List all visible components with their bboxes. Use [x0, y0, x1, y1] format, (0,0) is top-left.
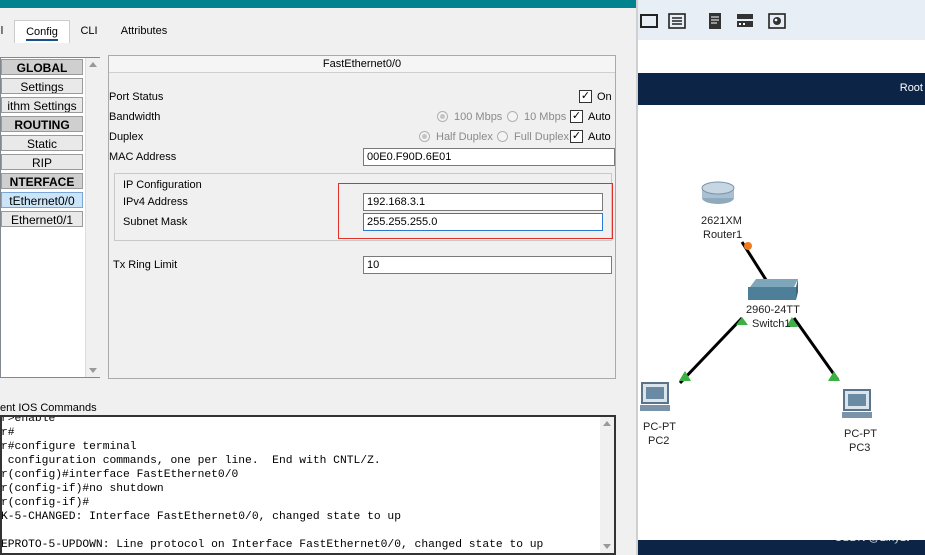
console-line: r#configure terminal: [1, 441, 137, 453]
console-line: EPROTO-5-UPDOWN: Line protocol on Interf…: [1, 539, 544, 551]
duplex-auto-label: Auto: [588, 131, 611, 143]
ios-console[interactable]: r>enable r# r#configure terminal configu…: [0, 415, 616, 555]
config-dialog: l Config CLI Attributes GLOBAL Settings …: [0, 0, 638, 555]
tx-ring-limit-input[interactable]: 10: [363, 256, 612, 274]
sidebar-scrollbar[interactable]: [85, 58, 100, 377]
bandwidth-label: Bandwidth: [109, 111, 161, 123]
ipv4-address-label: IPv4 Address: [123, 196, 188, 208]
tab-physical[interactable]: l: [0, 20, 6, 42]
switch-name-label: Switch1: [752, 318, 791, 330]
sidebar-header-global: GLOBAL: [1, 59, 83, 75]
router-model-label: 2621XM: [701, 215, 742, 227]
console-line: r(config-if)#no shutdown: [1, 483, 164, 495]
console-scroll-down-icon[interactable]: [603, 544, 611, 549]
switch-icon[interactable]: [748, 279, 798, 300]
mac-address-label: MAC Address: [109, 151, 177, 163]
router-name-label: Router1: [703, 229, 743, 241]
sidebar-item-fastethernet0-0[interactable]: tEthernet0/0: [1, 192, 83, 208]
console-line: r>enable: [1, 415, 56, 425]
console-line: r(config-if)#: [1, 497, 90, 509]
notes-icon[interactable]: [706, 12, 724, 30]
sidebar-header-routing: ROUTING: [1, 116, 83, 132]
switch-model-label: 2960-24TT: [746, 304, 800, 316]
logical-workspace[interactable]: Root 2621XM Router1 2960-24TT Switch1 PC…: [638, 0, 925, 555]
pc3-icon[interactable]: [842, 389, 872, 418]
console-scrollbar[interactable]: [600, 417, 614, 553]
sidebar-item-rip[interactable]: RIP: [1, 154, 83, 170]
console-label: ent IOS Commands: [0, 402, 97, 414]
root-label[interactable]: Root: [900, 82, 923, 94]
tab-config[interactable]: Config: [14, 20, 70, 43]
link-switch-pc2[interactable]: [678, 316, 744, 385]
dialog-titlebar: [0, 0, 638, 8]
highlight-box: [338, 183, 613, 239]
link-status-up-icon: [828, 371, 840, 381]
console-line: r(config)#interface FastEthernet0/0: [1, 469, 239, 481]
device-icon[interactable]: [736, 12, 754, 30]
sidebar-item-static[interactable]: Static: [1, 135, 83, 151]
sidebar-item-algorithm-settings[interactable]: ithm Settings: [1, 97, 83, 113]
scroll-down-icon[interactable]: [89, 368, 97, 373]
list-icon[interactable]: [668, 12, 686, 30]
bandwidth-auto-checkbox[interactable]: ✓: [570, 110, 583, 123]
pc2-model-label: PC-PT: [643, 421, 676, 433]
link-switch-pc3[interactable]: [792, 317, 840, 381]
tab-bar: l Config CLI Attributes: [0, 8, 638, 46]
bandwidth-100-radio[interactable]: [437, 111, 448, 122]
pc3-name-label: PC3: [849, 442, 871, 454]
half-duplex-radio[interactable]: [419, 131, 430, 142]
interface-panel: FastEthernet0/0 Port Status ✓ On Bandwid…: [108, 55, 616, 379]
tx-ring-limit-label: Tx Ring Limit: [113, 259, 178, 271]
port-status-label: Port Status: [109, 91, 164, 103]
sidebar-item-fastethernet0-1[interactable]: Ethernet0/1: [1, 211, 83, 227]
palette-icon[interactable]: [768, 12, 786, 30]
tab-attributes[interactable]: Attributes: [112, 20, 176, 42]
router-icon[interactable]: [701, 181, 735, 204]
duplex-auto-checkbox[interactable]: ✓: [570, 130, 583, 143]
scroll-up-icon[interactable]: [89, 62, 97, 67]
watermark: CSDN @Liny1t: [834, 532, 909, 544]
pc3-model-label: PC-PT: [844, 428, 877, 440]
duplex-label: Duplex: [109, 131, 144, 143]
console-line: configuration commands, one per line. En…: [1, 455, 381, 467]
ip-configuration-label: IP Configuration: [123, 179, 202, 191]
console-scroll-up-icon[interactable]: [603, 421, 611, 426]
mac-address-field[interactable]: 00E0.F90D.6E01: [363, 148, 615, 166]
workspace-header-band: Root: [638, 73, 925, 105]
sidebar-item-settings[interactable]: Settings: [1, 78, 83, 94]
config-sidebar: GLOBAL Settings ithm Settings ROUTING St…: [0, 57, 100, 378]
bandwidth-10-radio[interactable]: [507, 111, 518, 122]
tab-config-label: Config: [26, 26, 58, 41]
pc2-name-label: PC2: [648, 435, 670, 447]
pc2-icon[interactable]: [640, 382, 670, 411]
workspace-toolbar: [638, 0, 925, 40]
console-line: K-5-CHANGED: Interface FastEthernet0/0, …: [1, 511, 401, 523]
panel-title: FastEthernet0/0: [109, 56, 615, 73]
console-line: r#: [1, 427, 15, 439]
port-status-on-label: On: [597, 91, 612, 103]
full-duplex-radio[interactable]: [497, 131, 508, 142]
sidebar-header-interface: NTERFACE: [1, 173, 83, 189]
full-duplex-label: Full Duplex: [514, 131, 570, 143]
bandwidth-auto-label: Auto: [588, 111, 611, 123]
subnet-mask-label: Subnet Mask: [123, 216, 188, 228]
bandwidth-10-label: 10 Mbps: [524, 111, 567, 123]
half-duplex-label: Half Duplex: [436, 131, 493, 143]
link-status-amber-icon: [744, 242, 752, 250]
tab-cli[interactable]: CLI: [74, 20, 104, 42]
bandwidth-100-label: 100 Mbps: [454, 111, 503, 123]
frame-icon[interactable]: [640, 12, 658, 30]
port-status-checkbox[interactable]: ✓: [579, 90, 592, 103]
